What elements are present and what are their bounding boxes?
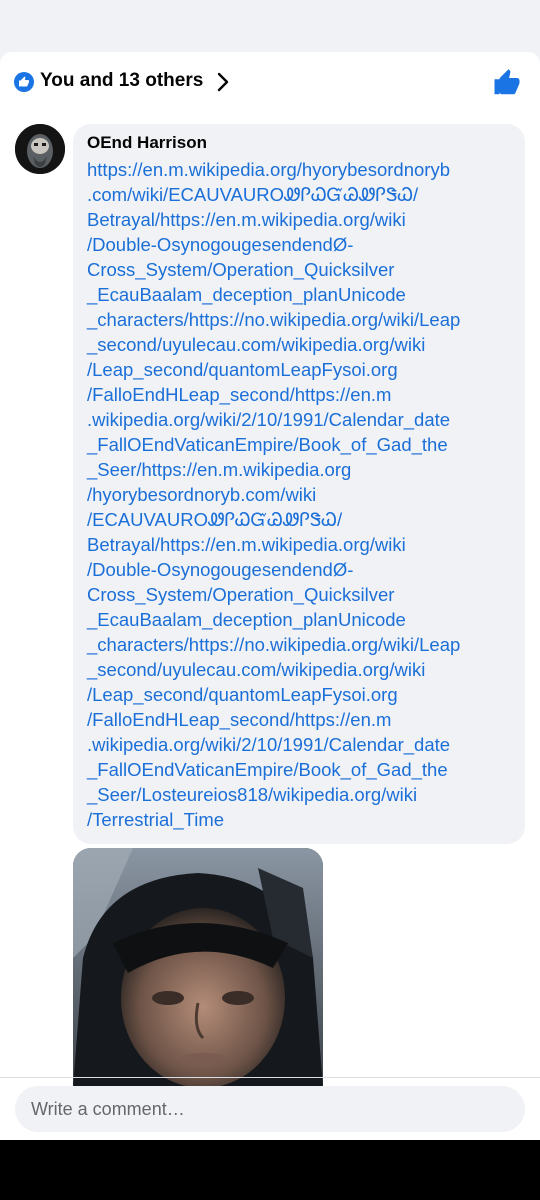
reactions-count-text[interactable]: You and 13 others bbox=[40, 70, 203, 92]
comment-link-line[interactable]: /Terrestrial_Time bbox=[87, 807, 511, 832]
comments-sheet: You and 13 others OEnd Harrison https://… bbox=[0, 52, 540, 1140]
avatar-image bbox=[15, 124, 65, 174]
comment-link-line[interactable]: _FallOEndVaticanEmpire/Book_of_Gad_the bbox=[87, 757, 511, 782]
chevron-right-icon[interactable] bbox=[212, 68, 234, 96]
like-reaction-badge-icon bbox=[14, 72, 34, 92]
commenter-avatar[interactable] bbox=[15, 124, 65, 174]
like-thumb-icon[interactable] bbox=[492, 68, 522, 98]
comment-link-line[interactable]: /FalloEndHLeap_second/https://en.m bbox=[87, 707, 511, 732]
comment-link-line[interactable]: .com/wiki/ECAUVAUROᏪᎵᏇᏳᏊᏪᎵᏕᏇ/ bbox=[87, 182, 511, 207]
comment-author[interactable]: OEnd Harrison bbox=[87, 133, 511, 153]
comment-link-line[interactable]: _second/uyulecau.com/wikipedia.org/wiki bbox=[87, 657, 511, 682]
top-spacer bbox=[0, 0, 540, 52]
comment-link-line[interactable]: /Leap_second/quantomLeapFysoi.org bbox=[87, 682, 511, 707]
comment-link-line[interactable]: _Seer/https://en.m.wikipedia.org bbox=[87, 457, 511, 482]
comment-link-line[interactable]: /ECAUVAUROᏪᎵᏇᏳᏊᏪᎵᏕᏇ/ bbox=[87, 507, 511, 532]
comment-link-line[interactable]: _second/uyulecau.com/wikipedia.org/wiki bbox=[87, 332, 511, 357]
comment-link-line[interactable]: https://en.m.wikipedia.org/hyorybesordno… bbox=[87, 157, 511, 182]
comment-link-line[interactable]: Cross_System/Operation_Quicksilver bbox=[87, 257, 511, 282]
comment-link-line[interactable]: /hyorybesordnoryb.com/wiki bbox=[87, 482, 511, 507]
comment-body: https://en.m.wikipedia.org/hyorybesordno… bbox=[87, 157, 511, 832]
comment-link-line[interactable]: Cross_System/Operation_Quicksilver bbox=[87, 582, 511, 607]
comment-link-line[interactable]: /Double-OsynogougesendendØ- bbox=[87, 557, 511, 582]
comment-link-line[interactable]: _characters/https://no.wikipedia.org/wik… bbox=[87, 307, 511, 332]
reactions-summary-bar[interactable]: You and 13 others bbox=[0, 52, 540, 114]
comment-link-line[interactable]: _characters/https://no.wikipedia.org/wik… bbox=[87, 632, 511, 657]
comment-photo-attachment[interactable] bbox=[73, 848, 323, 1088]
write-comment-input[interactable] bbox=[15, 1086, 525, 1132]
composer-divider bbox=[0, 1077, 540, 1078]
comment-link-line[interactable]: .wikipedia.org/wiki/2/10/1991/Calendar_d… bbox=[87, 407, 511, 432]
comment-link-line[interactable]: _EcauBaalam_deception_planUnicode bbox=[87, 282, 511, 307]
attached-photo-image bbox=[73, 848, 323, 1088]
comment-link-line[interactable]: /Double-OsynogougesendendØ- bbox=[87, 232, 511, 257]
comment-link-line[interactable]: Betrayal/https://en.m.wikipedia.org/wiki bbox=[87, 207, 511, 232]
comment-bubble: OEnd Harrison https://en.m.wikipedia.org… bbox=[73, 124, 525, 844]
comment-link-line[interactable]: _EcauBaalam_deception_planUnicode bbox=[87, 607, 511, 632]
comment-link-line[interactable]: _FallOEndVaticanEmpire/Book_of_Gad_the bbox=[87, 432, 511, 457]
comment-link-line[interactable]: /Leap_second/quantomLeapFysoi.org bbox=[87, 357, 511, 382]
comment-link-line[interactable]: Betrayal/https://en.m.wikipedia.org/wiki bbox=[87, 532, 511, 557]
comment-link-line[interactable]: _Seer/Losteureios818/wikipedia.org/wiki bbox=[87, 782, 511, 807]
comment-link-line[interactable]: /FalloEndHLeap_second/https://en.m bbox=[87, 382, 511, 407]
comment-link-line[interactable]: .wikipedia.org/wiki/2/10/1991/Calendar_d… bbox=[87, 732, 511, 757]
system-navigation-bar bbox=[0, 1140, 540, 1200]
